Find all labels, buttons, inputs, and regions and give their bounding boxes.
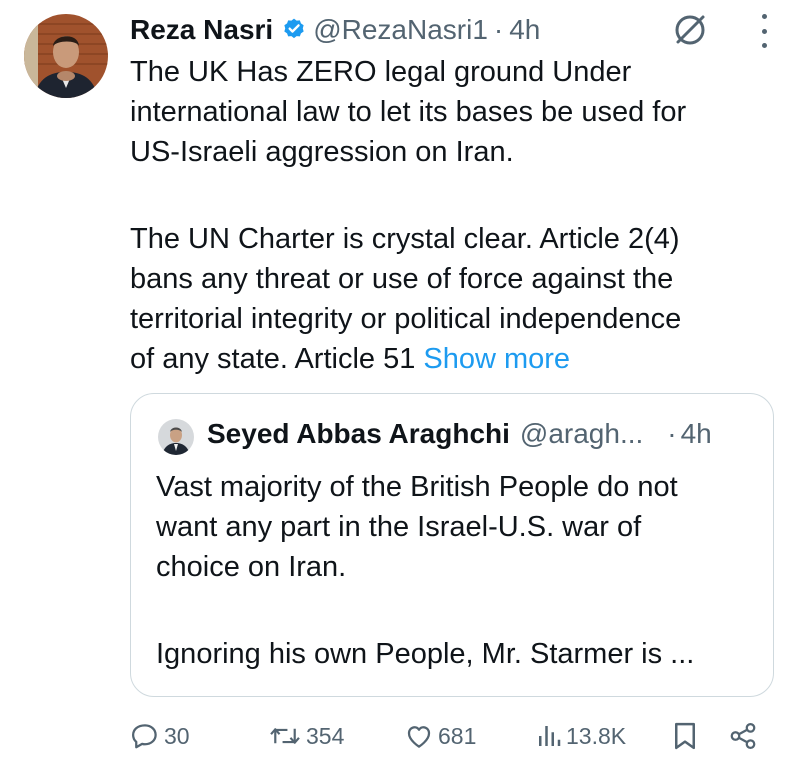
tweet-text-tail: of any state. Article 51 [130,343,424,375]
tweet[interactable]: Reza Nasri @RezaNasri1 · 4h The UK Has Z… [0,0,800,774]
tweet-text-last-line: of any state. Article 51 Show more [130,339,780,379]
like-button[interactable]: 681 [404,716,476,756]
show-more-link[interactable]: Show more [423,343,570,375]
quoted-author-name[interactable]: Seyed Abbas Araghchi [207,418,510,450]
quoted-tweet-time[interactable]: 4h [681,418,712,450]
views-count: 13.8K [566,722,627,749]
author-avatar[interactable] [24,14,108,98]
tweet-text: The UK Has ZERO legal ground Under inter… [130,52,780,172]
grok-icon[interactable] [672,12,708,48]
quoted-text-line: Ignoring his own People, Mr. Starmer is … [156,638,695,670]
quoted-header-separator: · [667,418,677,449]
share-button[interactable] [728,716,758,756]
tweet-header: Reza Nasri @RezaNasri1 · 4h [130,10,540,50]
repost-count: 354 [306,722,345,749]
quoted-tweet-card[interactable]: Seyed Abbas Araghchi @aragh... · 4h Vast… [130,393,774,697]
tweet-time[interactable]: 4h [509,14,540,46]
header-separator: · [493,14,504,45]
repost-button[interactable]: 354 [268,716,344,756]
tweet-text-line: The UN Charter is crystal clear. Article… [130,223,680,255]
views-button[interactable]: 13.8K [536,716,626,756]
share-icon [728,721,758,751]
tweet-text-paragraph-2: The UN Charter is crystal clear. Article… [130,219,780,379]
reply-count: 30 [164,722,190,749]
more-dots-icon[interactable] [754,14,774,48]
quoted-text-line: choice on Iran. [156,551,347,583]
quoted-tweet-text: Vast majority of the British People do n… [156,467,756,587]
reply-button[interactable]: 30 [130,716,190,756]
quoted-author-handle[interactable]: @aragh... [520,418,643,450]
quoted-tweet-text-paragraph-2: Ignoring his own People, Mr. Starmer is … [156,634,756,674]
quoted-text-line: want any part in the Israel-U.S. war of [156,511,642,543]
repost-icon [268,721,302,751]
author-name[interactable]: Reza Nasri [130,14,273,46]
quoted-author-avatar[interactable] [158,419,194,455]
quoted-text-line: Vast majority of the British People do n… [156,471,678,503]
tweet-text-line: territorial integrity or political indep… [130,303,682,335]
bookmark-button[interactable] [672,716,698,756]
verified-badge-icon [281,17,307,43]
bookmark-icon [672,721,698,751]
author-handle[interactable]: @RezaNasri1 [313,14,488,46]
tweet-text-line: US-Israeli aggression on Iran. [130,136,514,168]
like-count: 681 [438,722,477,749]
tweet-action-bar: 30 354 681 13.8K [0,716,800,756]
reply-icon [130,721,160,751]
views-chart-icon [536,721,562,751]
tweet-text-line: The UK Has ZERO legal ground Under [130,56,632,88]
tweet-text-line: bans any threat or use of force against … [130,263,674,295]
quoted-tweet-header: Seyed Abbas Araghchi @aragh... · 4h [207,414,712,454]
heart-icon [404,721,434,751]
tweet-text-line: international law to let its bases be us… [130,96,687,128]
